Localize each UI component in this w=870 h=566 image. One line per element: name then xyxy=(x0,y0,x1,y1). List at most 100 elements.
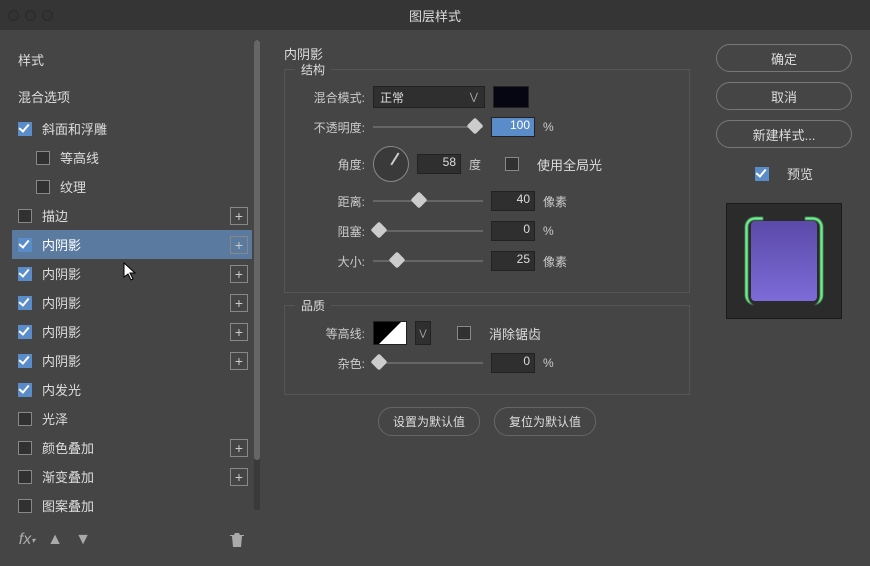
preview-checkbox[interactable] xyxy=(755,167,769,181)
opacity-slider[interactable] xyxy=(373,120,483,134)
distance-label: 距离: xyxy=(297,193,365,210)
structure-legend: 结构 xyxy=(295,61,331,78)
style-checkbox[interactable] xyxy=(18,238,32,252)
choke-slider[interactable] xyxy=(373,224,483,238)
add-effect-icon[interactable]: + xyxy=(230,265,248,283)
style-item-label: 等高线 xyxy=(60,148,99,167)
noise-unit: % xyxy=(543,356,571,370)
noise-field[interactable]: 0 xyxy=(491,353,535,373)
noise-slider[interactable] xyxy=(373,356,483,370)
fx-menu-icon[interactable]: fx▾ xyxy=(18,531,36,549)
distance-field[interactable]: 40 xyxy=(491,191,535,211)
window-max-icon[interactable] xyxy=(42,10,53,21)
style-item-颜色叠加[interactable]: 颜色叠加 + xyxy=(12,433,252,462)
quality-legend: 品质 xyxy=(295,297,331,314)
trash-icon[interactable] xyxy=(228,531,246,549)
titlebar: 图层样式 xyxy=(0,0,870,30)
shadow-color-swatch[interactable] xyxy=(493,86,529,108)
make-default-button[interactable]: 设置为默认值 xyxy=(378,407,480,436)
cancel-button[interactable]: 取消 xyxy=(716,82,852,110)
style-checkbox[interactable] xyxy=(18,499,32,513)
contour-dropdown[interactable]: ⋁ xyxy=(415,321,431,345)
style-checkbox[interactable] xyxy=(18,441,32,455)
choke-unit: % xyxy=(543,224,571,238)
angle-unit: 度 xyxy=(469,156,497,173)
style-item-等高线[interactable]: 等高线 xyxy=(12,143,252,172)
style-item-描边[interactable]: 描边+ xyxy=(12,201,252,230)
default-buttons: 设置为默认值 复位为默认值 xyxy=(284,407,690,436)
style-checkbox[interactable] xyxy=(18,354,32,368)
style-checkbox[interactable] xyxy=(36,151,50,165)
style-checkbox[interactable] xyxy=(36,180,50,194)
style-item-图案叠加[interactable]: 图案叠加 xyxy=(12,491,252,520)
window-controls xyxy=(8,10,53,21)
styles-header: 样式 xyxy=(12,40,252,79)
distance-slider[interactable] xyxy=(373,194,483,208)
style-checkbox[interactable] xyxy=(18,122,32,136)
add-effect-icon[interactable]: + xyxy=(230,468,248,486)
scrollbar-thumb[interactable] xyxy=(254,40,260,460)
style-checkbox[interactable] xyxy=(18,296,32,310)
style-item-label: 斜面和浮雕 xyxy=(42,119,107,138)
style-item-渐变叠加[interactable]: 渐变叠加 + xyxy=(12,462,252,491)
style-item-label: 图案叠加 xyxy=(42,496,94,515)
reset-default-button[interactable]: 复位为默认值 xyxy=(494,407,596,436)
choke-field[interactable]: 0 xyxy=(491,221,535,241)
size-slider[interactable] xyxy=(373,254,483,268)
style-checkbox[interactable] xyxy=(18,325,32,339)
preview-toggle-row: 预览 xyxy=(755,164,813,183)
style-list: 斜面和浮雕等高线纹理描边+内阴影+内阴影+内阴影+内阴影+内阴影+内发光光泽颜色… xyxy=(12,114,252,520)
style-item-纹理[interactable]: 纹理 xyxy=(12,172,252,201)
size-label: 大小: xyxy=(297,253,365,270)
styles-panel: 样式 混合选项 斜面和浮雕等高线纹理描边+内阴影+内阴影+内阴影+内阴影+内阴影… xyxy=(12,40,252,558)
size-field[interactable]: 25 xyxy=(491,251,535,271)
move-down-icon[interactable]: ▼ xyxy=(74,531,92,549)
blending-options[interactable]: 混合选项 xyxy=(12,79,252,114)
blend-mode-select[interactable]: 正常 ⋁ xyxy=(373,86,485,108)
contour-swatch[interactable] xyxy=(373,321,407,345)
window-title: 图层样式 xyxy=(409,6,461,25)
opacity-field[interactable]: 100 xyxy=(491,117,535,137)
layer-style-dialog: 图层样式 样式 混合选项 斜面和浮雕等高线纹理描边+内阴影+内阴影+内阴影+内阴… xyxy=(0,0,870,566)
chevron-down-icon: ⋁ xyxy=(470,92,478,103)
add-effect-icon[interactable]: + xyxy=(230,207,248,225)
preview-label: 预览 xyxy=(787,164,813,183)
style-item-label: 颜色叠加 xyxy=(42,438,94,457)
add-effect-icon[interactable]: + xyxy=(230,294,248,312)
styles-scroll: 样式 混合选项 斜面和浮雕等高线纹理描边+内阴影+内阴影+内阴影+内阴影+内阴影… xyxy=(12,40,252,522)
add-effect-icon[interactable]: + xyxy=(230,323,248,341)
style-item-斜面和浮雕[interactable]: 斜面和浮雕 xyxy=(12,114,252,143)
style-item-内阴影[interactable]: 内阴影 + xyxy=(12,346,252,375)
angle-dial[interactable] xyxy=(373,146,409,182)
style-item-光泽[interactable]: 光泽 xyxy=(12,404,252,433)
new-style-button[interactable]: 新建样式... xyxy=(716,120,852,148)
style-checkbox[interactable] xyxy=(18,267,32,281)
add-effect-icon[interactable]: + xyxy=(230,439,248,457)
global-light-checkbox[interactable] xyxy=(505,157,519,171)
angle-field[interactable]: 58 xyxy=(417,154,461,174)
style-item-label: 内阴影 xyxy=(42,322,81,341)
style-item-内发光[interactable]: 内发光 xyxy=(12,375,252,404)
window-min-icon[interactable] xyxy=(25,10,36,21)
style-item-label: 内阴影 xyxy=(42,351,81,370)
distance-unit: 像素 xyxy=(543,193,571,210)
window-close-icon[interactable] xyxy=(8,10,19,21)
ok-button[interactable]: 确定 xyxy=(716,44,852,72)
style-item-内阴影[interactable]: 内阴影+ xyxy=(12,230,252,259)
style-checkbox[interactable] xyxy=(18,470,32,484)
global-light-label: 使用全局光 xyxy=(537,155,602,174)
style-checkbox[interactable] xyxy=(18,209,32,223)
add-effect-icon[interactable]: + xyxy=(230,352,248,370)
style-item-内阴影[interactable]: 内阴影 + xyxy=(12,317,252,346)
style-item-内阴影[interactable]: 内阴影 + xyxy=(12,288,252,317)
move-up-icon[interactable]: ▲ xyxy=(46,531,64,549)
style-item-label: 内阴影 xyxy=(42,293,81,312)
quality-group: 品质 等高线: ⋁ 消除锯齿 杂色: 0 % xyxy=(284,305,690,395)
style-item-内阴影[interactable]: 内阴影+ xyxy=(12,259,252,288)
style-checkbox[interactable] xyxy=(18,412,32,426)
style-item-label: 渐变叠加 xyxy=(42,467,94,486)
add-effect-icon[interactable]: + xyxy=(230,236,248,254)
style-item-label: 内发光 xyxy=(42,380,81,399)
style-checkbox[interactable] xyxy=(18,383,32,397)
antialias-checkbox[interactable] xyxy=(457,326,471,340)
